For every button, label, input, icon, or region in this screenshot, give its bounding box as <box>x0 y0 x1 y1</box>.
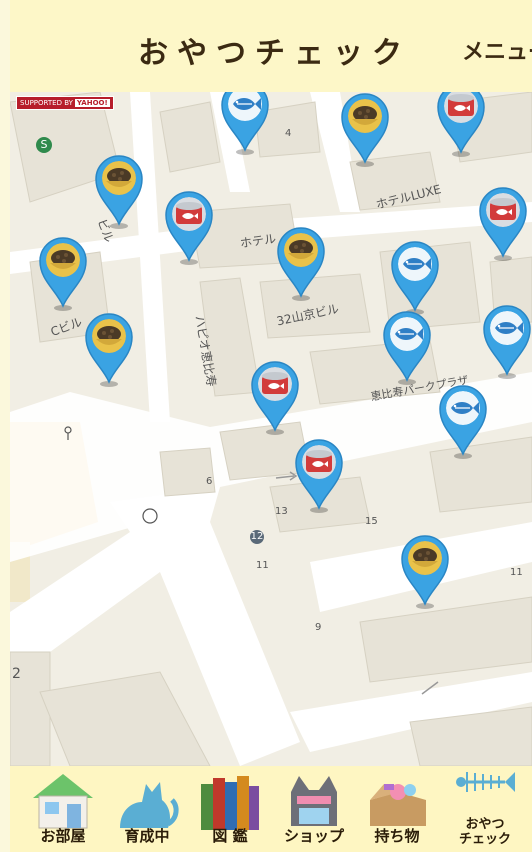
nav-room-button[interactable]: お部屋 <box>20 766 106 852</box>
map-pin-bowl[interactable] <box>92 152 146 232</box>
map-view[interactable]: SUPPORTED BY YAHOO! S 12 Cビル ホテルLUXE 32山京… <box>10 92 532 766</box>
fishbone-icon <box>456 772 515 792</box>
shop-icon <box>291 776 337 826</box>
nav-room-label: お部屋 <box>40 827 86 845</box>
bowl-icon <box>46 243 80 277</box>
map-pin-bowl[interactable] <box>82 310 136 390</box>
map-label-15: 15 <box>365 516 378 527</box>
map-credit: SUPPORTED BY <box>20 99 73 107</box>
map-pin-bowl[interactable] <box>398 532 452 612</box>
map-pin-fish[interactable] <box>380 308 434 388</box>
house-icon <box>33 774 93 829</box>
map-pin-can[interactable] <box>434 92 488 160</box>
header-bar: おやつチェック メニュー <box>10 0 532 92</box>
nav-raising-label: 育成中 <box>124 827 170 845</box>
map-label-2: 2 <box>12 666 21 682</box>
map-pin-bowl[interactable] <box>36 234 90 314</box>
map-credit-badge: SUPPORTED BY YAHOO! <box>16 96 114 110</box>
nav-snack-check-label-line1: おやつ <box>465 817 505 832</box>
menu-button[interactable]: メニュー <box>462 34 532 66</box>
parking-icon: 12 <box>250 530 264 544</box>
bowl-icon <box>284 233 318 267</box>
bowl-icon <box>408 541 442 575</box>
can-icon <box>444 92 478 123</box>
map-label-9: 9 <box>315 622 322 633</box>
bowl-icon <box>102 161 136 195</box>
bowl-icon <box>92 319 126 353</box>
bottom-nav: お部屋 育成中 図 鑑 ショップ 持ち物 おやつ チェック <box>10 766 532 852</box>
nav-inventory-button[interactable]: 持ち物 <box>356 766 438 852</box>
nav-snack-check-button[interactable]: おやつ チェック <box>440 766 530 852</box>
map-credit-brand: YAHOO! <box>74 99 110 107</box>
nav-shop-button[interactable]: ショップ <box>274 766 354 852</box>
fish-icon <box>398 247 432 281</box>
map-pin-can[interactable] <box>292 436 346 516</box>
map-pin-fish[interactable] <box>480 302 532 382</box>
can-icon <box>172 197 206 231</box>
page-title: おやつチェック <box>138 36 411 71</box>
fish-icon <box>490 311 524 345</box>
map-pin-bowl[interactable] <box>338 92 392 170</box>
map-pin-can[interactable] <box>162 188 216 268</box>
books-icon <box>201 776 259 830</box>
fish-icon <box>446 391 480 425</box>
map-label-6: 6 <box>206 476 213 487</box>
map-label-11a: 11 <box>510 567 523 578</box>
subway-station-icon: S <box>36 137 52 153</box>
nav-inventory-label: 持ち物 <box>374 827 420 845</box>
can-icon <box>258 367 292 401</box>
map-label-13: 13 <box>275 506 288 517</box>
bowl-icon <box>348 99 382 133</box>
fish-icon <box>228 92 262 121</box>
box-icon <box>370 784 426 826</box>
map-label-11b: 11 <box>256 560 269 571</box>
map-label-4: 4 <box>285 128 292 139</box>
nav-encyclopedia-button[interactable]: 図 鑑 <box>188 766 272 852</box>
nav-encyclopedia-label: 図 鑑 <box>212 827 248 845</box>
can-icon <box>302 445 336 479</box>
map-pin-bowl[interactable] <box>274 224 328 304</box>
map-pin-fish[interactable] <box>218 92 272 158</box>
fish-icon <box>390 317 424 351</box>
map-pin-can[interactable] <box>248 358 302 438</box>
nav-snack-check-label-line2: チェック <box>458 832 511 847</box>
cat-icon <box>120 782 179 828</box>
map-pin-can[interactable] <box>476 184 530 264</box>
nav-shop-label: ショップ <box>283 827 344 845</box>
map-pin-fish[interactable] <box>436 382 490 462</box>
can-icon <box>486 193 520 227</box>
map-pin-fish[interactable] <box>388 238 442 318</box>
nav-raising-button[interactable]: 育成中 <box>108 766 186 852</box>
